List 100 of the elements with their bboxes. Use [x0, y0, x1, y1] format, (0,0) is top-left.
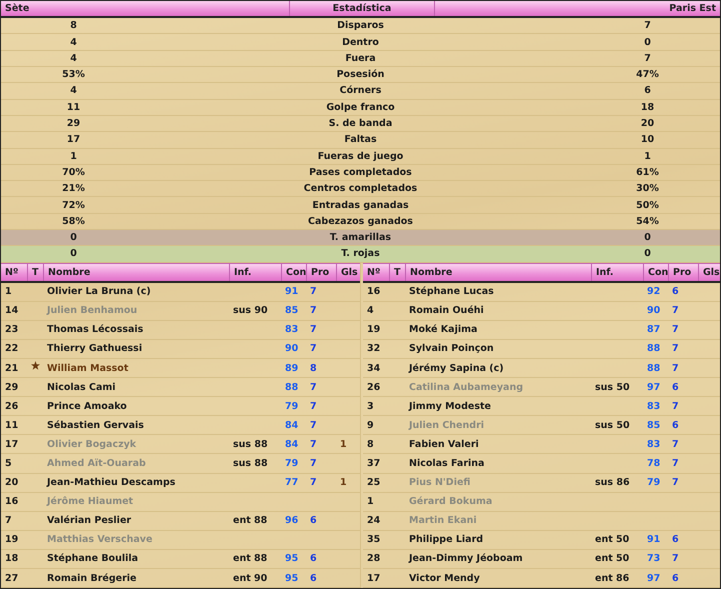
column-header: Sète	[5, 3, 30, 14]
table-cell-text: S. de banda	[328, 118, 394, 130]
player-name[interactable]: Sébastien Gervais	[43, 420, 229, 431]
table-cell-text: Entradas ganadas	[311, 200, 410, 211]
table-cell-text: 53%	[61, 69, 86, 80]
table-cell-text: 16	[4, 496, 20, 508]
table-cell-text: 35	[366, 534, 382, 546]
table-cell-text: Córners	[338, 85, 382, 96]
table-cell-text: 7	[671, 438, 680, 450]
table-cell-text: 22	[4, 343, 20, 354]
column-header: Estadística	[332, 3, 392, 14]
player-name[interactable]: Romain Ouéhi	[405, 305, 591, 316]
table-cell-text: 29	[66, 118, 82, 130]
column-header[interactable]: Inf.	[234, 266, 252, 278]
column-header[interactable]: Con	[648, 266, 668, 278]
table-cell-text: 4	[366, 305, 375, 316]
player-name[interactable]: Moké Kajima	[405, 324, 591, 336]
column-header[interactable]: T	[394, 266, 400, 278]
player-name[interactable]: Jimmy Modeste	[405, 400, 591, 412]
table-cell-text: 3	[366, 400, 375, 412]
player-name[interactable]: Nicolas Cami	[43, 382, 229, 393]
table-cell-text: 0	[643, 232, 652, 244]
column-header[interactable]: Inf.	[596, 266, 614, 278]
table-cell-text: 6	[671, 420, 680, 431]
column-header[interactable]: Pro	[673, 266, 692, 278]
table-cell-text: 6	[309, 515, 318, 526]
column-header: Paris Est	[669, 3, 716, 14]
table-cell-text: 7	[671, 343, 680, 354]
table-cell-text: 1	[643, 150, 652, 162]
table-cell-text: 54%	[635, 216, 660, 227]
column-header[interactable]: Gls	[341, 266, 358, 278]
table-cell-text: 73	[646, 553, 662, 564]
table-cell-text: 1	[366, 496, 375, 508]
table-cell-text: 7	[309, 305, 318, 316]
player-name[interactable]: Romain Brégerie	[43, 572, 229, 584]
table-cell-text: 0	[69, 232, 78, 244]
player-name[interactable]: Nicolas Farina	[405, 458, 591, 469]
table-cell-text: 24	[366, 515, 382, 526]
table-cell-text: 14	[4, 305, 20, 316]
table-cell-text: 90	[284, 343, 300, 354]
player-name[interactable]: Jean-Mathieu Descamps	[43, 477, 229, 488]
table-cell-text: 84	[284, 438, 300, 450]
table-cell-text: 85	[284, 305, 300, 316]
player-name[interactable]: Valérian Peslier	[43, 515, 229, 526]
player-name[interactable]: Thierry Gathuessi	[43, 343, 229, 354]
player-name[interactable]: Thomas Lécossais	[43, 324, 229, 336]
table-cell-text: 17	[4, 438, 20, 450]
column-header[interactable]: Nº	[367, 266, 380, 278]
table-cell-text: ent 90	[232, 572, 268, 584]
column-header[interactable]: Nombre	[410, 266, 452, 278]
table-cell-text: ent 50	[594, 553, 630, 564]
player-name[interactable]: Jérémy Sapina (c)	[405, 362, 591, 374]
table-cell-text: 16	[366, 286, 382, 298]
player-name[interactable]: William Massot	[43, 362, 229, 374]
table-cell-text: 70%	[61, 166, 86, 178]
table-cell-text: 26	[366, 382, 382, 393]
table-cell-text: 6	[671, 286, 680, 298]
player-name[interactable]: Victor Mendy	[405, 572, 591, 584]
table-cell-text: sus 88	[232, 458, 269, 469]
player-name[interactable]: Stéphane Boulila	[43, 553, 229, 564]
table-cell-text: Golpe franco	[325, 102, 396, 113]
table-cell-text: Fuera	[344, 52, 377, 64]
table-cell-text: 97	[646, 572, 662, 584]
player-name[interactable]: Jean-Dimmy Jéoboam	[405, 553, 591, 564]
player-name[interactable]: Philippe Liard	[405, 534, 591, 546]
table-cell-text: 7	[309, 324, 318, 336]
table-cell-text: 37	[366, 458, 382, 469]
table-cell-text: 20	[640, 118, 656, 130]
table-cell-text: 79	[284, 400, 300, 412]
table-cell-text: 95	[284, 572, 300, 584]
table-cell-text: 7	[309, 438, 318, 450]
table-cell-text: sus 86	[594, 477, 631, 488]
table-cell-text: 8	[366, 438, 375, 450]
table-cell-text: 4	[69, 52, 78, 64]
table-cell-text: 17	[366, 572, 382, 584]
table-cell-text: ent 88	[232, 553, 268, 564]
player-name[interactable]: Sylvain Poinçon	[405, 343, 591, 354]
column-header[interactable]: Nº	[5, 266, 18, 278]
table-cell-text: Disparos	[336, 20, 385, 32]
table-cell-text: 10	[640, 134, 656, 146]
table-cell-text: 7	[309, 343, 318, 354]
table-cell-text: 88	[646, 343, 662, 354]
table-cell-text: 8	[69, 20, 78, 32]
player-name[interactable]: Fabien Valeri	[405, 438, 591, 450]
table-cell-text: 30%	[635, 183, 660, 194]
table-cell-text: 7	[671, 553, 680, 564]
column-header[interactable]: Nombre	[48, 266, 90, 278]
table-cell-text: sus 50	[594, 382, 631, 393]
column-header[interactable]: Gls	[703, 266, 720, 278]
player-name[interactable]: Olivier La Bruna (c)	[43, 286, 229, 298]
table-cell-text: 25	[366, 477, 382, 488]
table-cell-text: 0	[643, 248, 652, 260]
player-name[interactable]: Prince Amoako	[43, 400, 229, 412]
column-header[interactable]: Con	[286, 266, 306, 278]
table-cell-text: 5	[4, 458, 13, 469]
player-name[interactable]: Stéphane Lucas	[405, 286, 591, 298]
column-header[interactable]: T	[32, 266, 38, 278]
table-cell-text: 26	[4, 400, 20, 412]
table-cell-text: Pases completados	[308, 166, 413, 178]
column-header[interactable]: Pro	[311, 266, 330, 278]
